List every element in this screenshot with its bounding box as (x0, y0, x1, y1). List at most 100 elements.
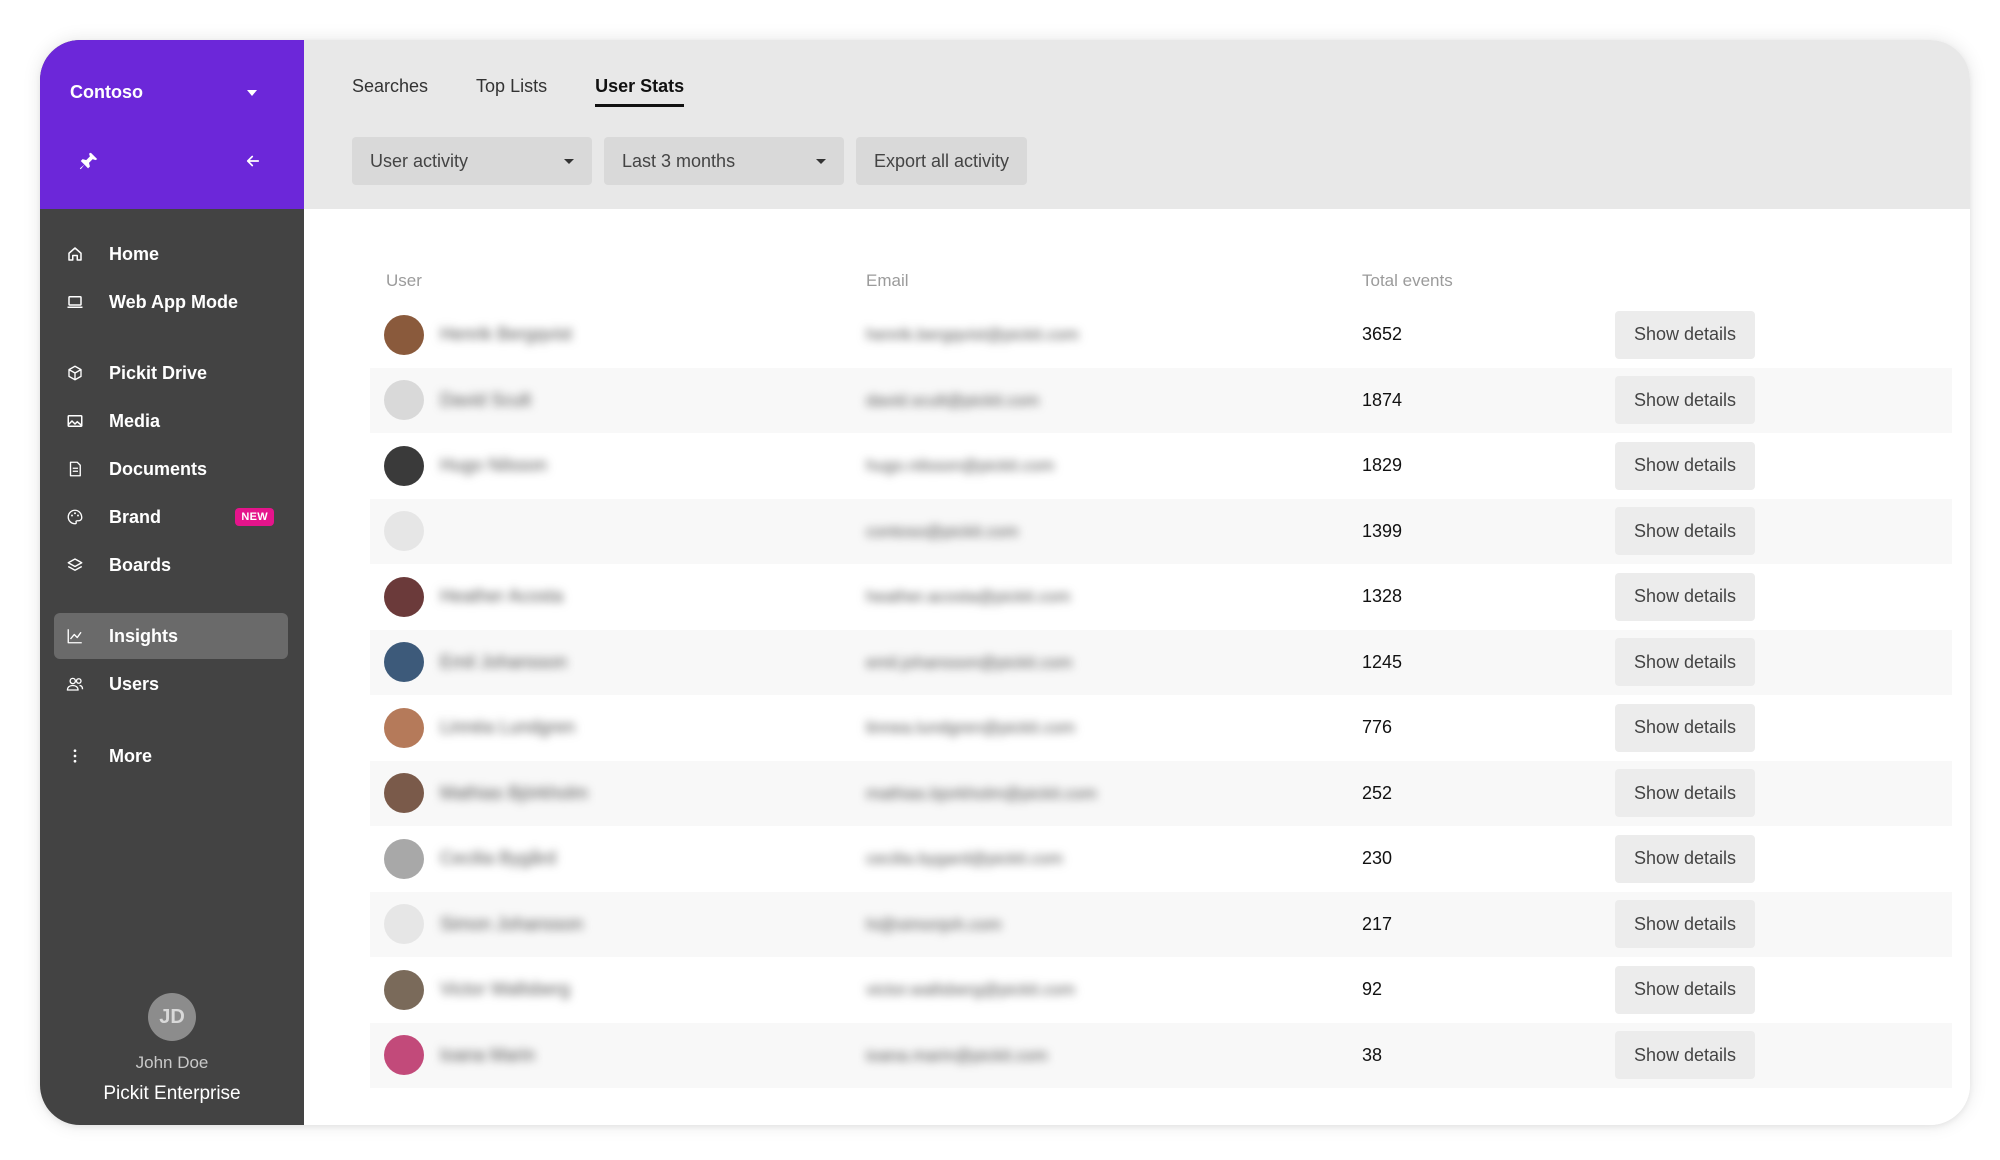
show-details-button[interactable]: Show details (1615, 441, 1755, 490)
avatar[interactable] (384, 642, 424, 683)
total-events-value: 776 (1362, 717, 1393, 738)
table-row: Emil Johansson emil.johansson@pickit.com 1… (370, 629, 1952, 695)
user-email: emil.johansson@pickit.com (866, 652, 1073, 672)
sidebar-item-insights[interactable]: Insights (54, 613, 288, 659)
show-details-button[interactable]: Show details (1615, 572, 1755, 621)
action-cell: Show details (1615, 507, 1952, 556)
sidebar-item-more[interactable]: More (54, 733, 288, 779)
user-cell: Henrik Bergqvist (370, 314, 866, 355)
email-cell: heather.acosta@pickit.com (866, 586, 1362, 607)
avatar[interactable] (384, 511, 424, 552)
total-events-cell: 1874 (1362, 390, 1615, 411)
total-events-value: 1874 (1362, 389, 1403, 410)
column-header-email[interactable]: Email (866, 271, 1362, 291)
profile-name: John Doe (135, 1053, 209, 1072)
total-events-value: 252 (1362, 782, 1393, 803)
laptop-icon (65, 292, 85, 312)
total-events-cell: 230 (1362, 848, 1615, 869)
user-name: Henrik Bergqvist (440, 324, 573, 345)
total-events-value: 1328 (1362, 586, 1403, 607)
show-details-button[interactable]: Show details (1615, 507, 1755, 556)
show-details-button[interactable]: Show details (1615, 703, 1755, 752)
action-cell: Show details (1615, 703, 1952, 752)
chevron-down-icon (564, 159, 574, 164)
sidebar-item-label: Pickit Drive (109, 362, 208, 383)
sidebar-item-label: Media (109, 410, 161, 431)
sidebar-item-users[interactable]: Users (54, 661, 288, 707)
total-events-value: 230 (1362, 848, 1393, 869)
show-details-button[interactable]: Show details (1615, 965, 1755, 1014)
email-cell: victor.wallsberg@pickit.com (866, 979, 1362, 1000)
user-cell: Emil Johansson (370, 642, 866, 683)
total-events-value: 1399 (1362, 520, 1403, 541)
table-header: User Email Total events (370, 260, 1952, 302)
sidebar-item-brand[interactable]: Brand NEW (54, 494, 288, 540)
show-details-button[interactable]: Show details (1615, 310, 1755, 359)
email-cell: david.scult@pickit.com (866, 390, 1362, 411)
show-details-button[interactable]: Show details (1615, 1031, 1755, 1080)
avatar[interactable] (384, 314, 424, 355)
total-events-value: 217 (1362, 913, 1393, 934)
user-cell: Mathias Björkholm (370, 773, 866, 814)
user-email: ioana.marin@pickit.com (866, 1045, 1048, 1065)
avatar[interactable]: JD (148, 993, 196, 1041)
total-events-cell: 776 (1362, 717, 1615, 738)
show-details-button[interactable]: Show details (1615, 769, 1755, 818)
activity-type-value: User activity (370, 150, 469, 171)
user-email: contoso@pickit.com (866, 521, 1019, 541)
show-details-button[interactable]: Show details (1615, 376, 1755, 425)
user-email: heather.acosta@pickit.com (866, 587, 1071, 607)
action-cell: Show details (1615, 900, 1952, 949)
tab-user-stats[interactable]: User Stats (595, 76, 685, 107)
avatar[interactable] (384, 969, 424, 1010)
sidebar-item-pickit-drive[interactable]: Pickit Drive (54, 350, 288, 396)
total-events-cell: 92 (1362, 979, 1615, 1000)
user-name: Emil Johansson (440, 651, 568, 672)
export-all-activity-button[interactable]: Export all activity (856, 137, 1028, 185)
sidebar-item-media[interactable]: Media (54, 398, 288, 444)
sidebar-item-boards[interactable]: Boards (54, 542, 288, 588)
sidebar-item-web-app-mode[interactable]: Web App Mode (54, 279, 288, 325)
show-details-button[interactable]: Show details (1615, 834, 1755, 883)
period-select[interactable]: Last 3 months (604, 137, 844, 185)
sidebar-item-label: Home (109, 243, 160, 264)
avatar[interactable] (384, 576, 424, 617)
user-cell: Hugo Nilsson (370, 445, 866, 486)
activity-type-select[interactable]: User activity (352, 137, 592, 185)
table-row: Ioana Marin ioana.marin@pickit.com 38 Show … (370, 1022, 1952, 1088)
user-email: mathias.bjorkholm@pickit.com (866, 783, 1097, 803)
show-details-button[interactable]: Show details (1615, 638, 1755, 687)
avatar[interactable] (384, 445, 424, 486)
avatar[interactable] (384, 773, 424, 814)
column-header-total-events[interactable]: Total events (1362, 271, 1615, 291)
avatar[interactable] (384, 904, 424, 945)
avatar[interactable] (384, 1035, 424, 1076)
chevron-down-icon[interactable] (247, 90, 257, 96)
org-switcher[interactable]: Contoso (70, 82, 143, 103)
email-cell: hi@simonjoh.com (866, 914, 1362, 935)
total-events-value: 3652 (1362, 324, 1403, 345)
total-events-cell: 252 (1362, 783, 1615, 804)
show-details-button[interactable]: Show details (1615, 900, 1755, 949)
org-header: Contoso (40, 40, 304, 209)
sidebar-item-home[interactable]: Home (54, 231, 288, 277)
avatar[interactable] (384, 707, 424, 748)
user-name: Ioana Marin (440, 1044, 536, 1065)
avatar[interactable] (384, 838, 424, 879)
user-stats-table: User Email Total events Henrik Bergqvist… (370, 260, 1952, 1088)
document-icon (65, 459, 85, 479)
user-email: david.scult@pickit.com (866, 390, 1040, 410)
tab-searches[interactable]: Searches (352, 76, 428, 107)
sidebar-item-label: Brand (109, 506, 162, 527)
users-icon (65, 674, 85, 694)
action-cell: Show details (1615, 310, 1952, 359)
arrow-left-icon[interactable] (244, 152, 262, 170)
sidebar-item-documents[interactable]: Documents (54, 446, 288, 492)
pin-icon[interactable] (78, 150, 100, 172)
table-row: Victor Wallsberg victor.wallsberg@pickit.… (370, 957, 1952, 1023)
avatar[interactable] (384, 380, 424, 421)
tab-top-lists[interactable]: Top Lists (476, 76, 547, 107)
user-profile[interactable]: JD John Doe Pickit Enterprise (40, 993, 304, 1105)
image-icon (65, 411, 85, 431)
column-header-user[interactable]: User (370, 271, 866, 291)
